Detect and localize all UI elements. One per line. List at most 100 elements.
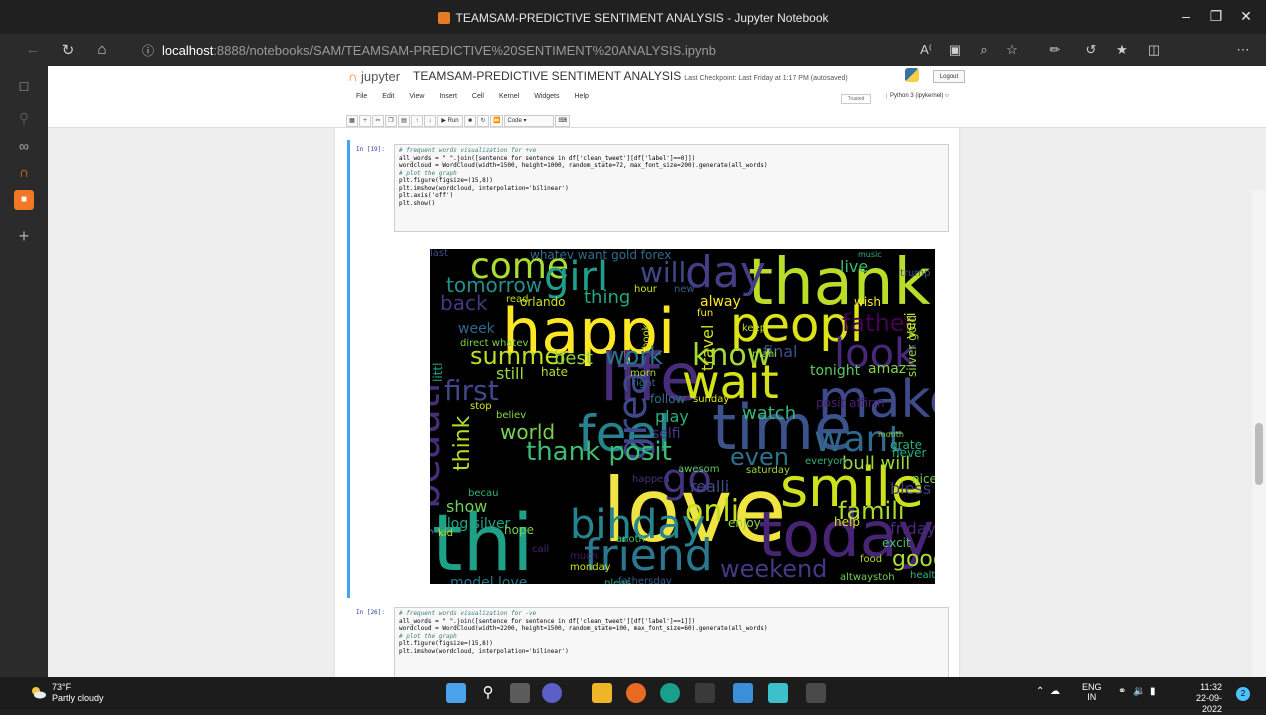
network-icon[interactable]: ⚭ [1118,686,1126,697]
notebook-title[interactable]: TEAMSAM-PREDICTIVE SENTIMENT ANALYSIS Las… [413,69,848,83]
insert-cell-icon[interactable]: + [359,115,371,127]
code-line: all_words = " ".join([sentence for sente… [399,154,696,162]
run-button[interactable]: ▶ Run [437,115,463,127]
add-sidebar-icon[interactable]: + [14,226,34,246]
code-cell[interactable]: In [19]: # frequent words visualization … [347,140,951,598]
move-down-icon[interactable]: ↓ [424,115,436,127]
wordcloud-word: new [674,284,695,295]
wordcloud-word: music [858,250,882,259]
hidden-icons-chevron-icon[interactable]: ⌃ [1036,686,1044,697]
wordcloud-word: read [506,294,529,305]
file-explorer-icon[interactable] [592,683,612,703]
app-available-icon[interactable]: ▣ [946,42,964,58]
sidebar-app-icon[interactable]: ∞ [14,136,34,156]
battery-icon[interactable]: ▮ [1150,686,1156,697]
weather-widget[interactable]: 73°F Partly cloudy [52,682,104,704]
task-view-icon[interactable] [510,683,530,703]
sync-icon[interactable]: ↺ [1082,42,1100,58]
terminal-icon[interactable] [806,683,826,703]
close-button[interactable]: ✕ [1236,8,1256,25]
home-icon[interactable]: ⌂ [91,41,113,58]
save-icon[interactable]: ▦ [346,115,358,127]
search-icon[interactable]: ⚲ [14,108,34,128]
kernel-indicator: Python 3 (ipykernel) ○ [886,93,949,99]
zoom-icon[interactable]: ⌕ [975,42,993,58]
notification-badge[interactable]: 2 [1236,687,1250,701]
wordcloud-word: world [500,420,556,444]
code-line: # frequent words visualization for -ve [399,610,537,617]
menu-widgets[interactable]: Widgets [534,93,559,100]
menu-insert[interactable]: Insert [439,93,457,100]
scrollbar-thumb[interactable] [1255,423,1263,485]
wordcloud-word: travel [698,324,717,371]
collections-icon[interactable]: ◫ [1145,42,1163,58]
edge-icon[interactable] [660,683,680,703]
kernel-name: Python 3 (ipykernel) [890,93,944,99]
tab-actions-icon[interactable]: □ [14,76,34,96]
favorites-icon[interactable]: ★ [1113,42,1131,58]
firefox-icon[interactable] [626,683,646,703]
restore-button[interactable]: ❐ [1206,8,1226,25]
minimize-button[interactable]: – [1176,8,1196,24]
jupyter-sidebar-icon[interactable]: ∩ [14,162,34,182]
wordcloud-word: live [840,257,869,276]
trusted-badge[interactable]: Trusted [841,94,871,104]
volume-icon[interactable]: 🔉 [1133,686,1145,697]
favorite-add-icon[interactable]: ☆ [1003,42,1021,58]
start-icon[interactable] [446,683,466,703]
partly-cloudy-icon[interactable] [30,685,46,699]
chat-icon[interactable] [542,683,562,703]
back-icon[interactable]: ← [22,41,44,58]
clock-date: 22-09-2022 [1195,693,1222,714]
app-icon[interactable] [768,683,788,703]
page-scrollbar[interactable] [1252,190,1266,677]
wordcloud-word: anoth [616,534,645,545]
interrupt-icon[interactable]: ■ [464,115,476,127]
snipping-tool-icon[interactable] [695,683,715,703]
jupyter-header: ∩ jupyter TEAMSAM-PREDICTIVE SENTIMENT A… [48,66,1266,128]
menu-cell[interactable]: Cell [472,93,484,100]
code-cell[interactable]: In [26]: # frequent words visualization … [347,603,951,677]
wordcloud-word: friday [890,519,935,538]
cell-type-select[interactable]: Code ▾ [504,115,555,127]
restart-run-all-icon[interactable]: ⏩ [490,115,504,127]
notepad-icon[interactable] [733,683,753,703]
paste-icon[interactable]: ▤ [398,115,410,127]
wordcloud-word: week [458,321,495,337]
code-line: # plot the graph [399,169,457,177]
extensions-icon[interactable]: ✏ [1046,42,1064,58]
code-input[interactable]: # frequent words visualization for -ve al… [394,607,949,677]
clock[interactable]: 11:32 22-09-2022 [1180,682,1222,715]
code-line: plt.imshow(wordcloud, interpolation='bil… [399,647,569,655]
wordcloud-word: nice [912,472,935,486]
menu-edit[interactable]: Edit [382,93,394,100]
wordcloud-word: becau [468,488,499,499]
code-input[interactable]: # frequent words visualization for +ve al… [394,144,949,232]
menu-file[interactable]: File [356,93,367,100]
wordcloud-word: year [430,494,435,535]
more-menu-icon[interactable]: ⋯ [1234,42,1252,58]
address-bar[interactable]: ⓘ localhost:8888/notebooks/SAM/TEAMSAM-PR… [140,40,930,62]
menu-help[interactable]: Help [575,93,589,100]
language-indicator[interactable]: ENG IN [1082,682,1102,702]
wordcloud-word: pleas [604,578,631,585]
wordcloud-word: excit [882,536,911,550]
move-up-icon[interactable]: ↑ [411,115,423,127]
logout-button[interactable]: Logout [933,70,965,83]
cloud-icon[interactable]: ☁ [1050,686,1060,697]
notebook-sidebar-icon[interactable]: ■ [14,190,34,210]
wordcloud-word: follow [650,392,686,406]
copy-icon[interactable]: ❐ [385,115,397,127]
search-taskbar-icon[interactable]: ⚲ [478,683,498,703]
menu-kernel[interactable]: Kernel [499,93,519,100]
command-palette-icon[interactable]: ⌨ [555,115,571,127]
jupyter-logo[interactable]: ∩ jupyter [348,69,400,84]
wordcloud-word: wish [854,295,882,309]
wordcloud-word: food [860,554,883,565]
restart-icon[interactable]: ↻ [477,115,489,127]
refresh-icon[interactable]: ↻ [57,41,79,59]
menu-view[interactable]: View [409,93,424,100]
read-aloud-icon[interactable]: A⁽ [917,42,935,58]
wordcloud-word: veri [903,312,919,339]
cut-icon[interactable]: ✂ [372,115,384,127]
